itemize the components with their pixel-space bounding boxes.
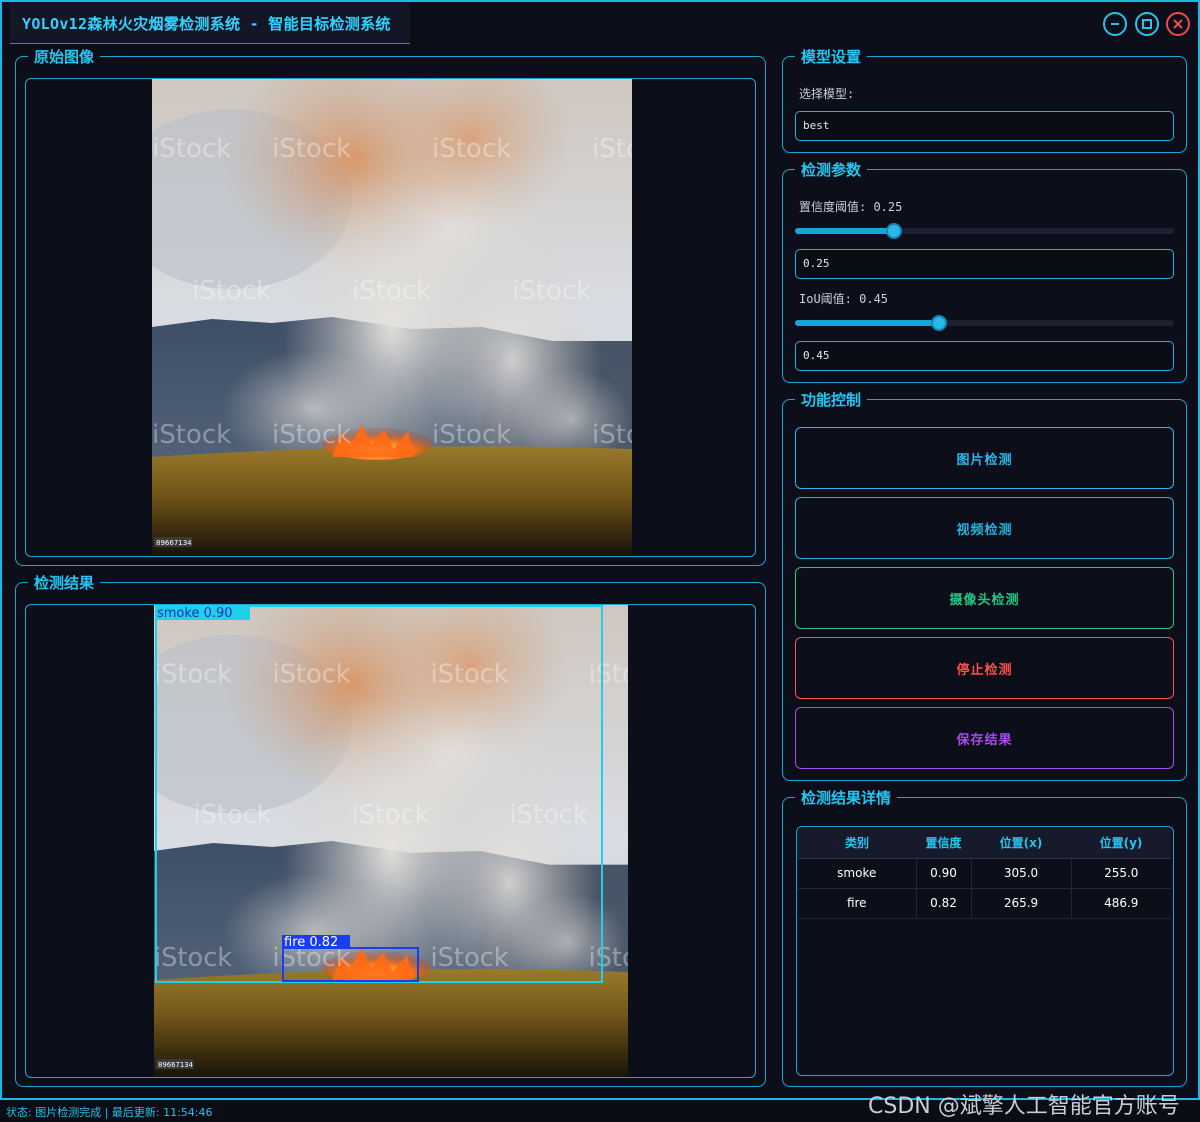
table-row[interactable]: fire 0.82 265.9 486.9 xyxy=(798,888,1171,919)
iou-label: IoU阈值: 0.45 xyxy=(799,292,889,306)
detect-params-title: 检测参数 xyxy=(795,159,868,180)
function-controls-title: 功能控制 xyxy=(795,389,868,410)
fire-label: fire 0.82 xyxy=(284,935,338,950)
result-details-group: 检测结果详情 类别 置信度 位置(x) 位置(y) smoke 0.90 305… xyxy=(782,787,1187,1087)
confidence-slider-handle[interactable] xyxy=(886,223,902,239)
model-settings-title: 模型设置 xyxy=(795,46,868,67)
detect-params-group: 检测参数 置信度阈值: 0.25 0.25 IoU阈值: 0.45 0.45 xyxy=(782,159,1187,383)
iou-slider-handle[interactable] xyxy=(931,315,947,331)
confidence-slider[interactable] xyxy=(795,223,1174,239)
image-detect-button[interactable]: 图片检测 xyxy=(795,427,1174,489)
iou-input[interactable]: 0.45 xyxy=(795,341,1174,371)
detection-result-frame: smoke 0.90 fire 0.82 xyxy=(25,604,756,1078)
original-image-group: 原始图像 xyxy=(15,46,766,566)
detection-result-title: 检测结果 xyxy=(28,572,101,593)
column-header-y[interactable]: 位置(y) xyxy=(1071,828,1171,859)
result-image: smoke 0.90 fire 0.82 xyxy=(154,605,628,1077)
title-bar[interactable]: YOLOv12森林火灾烟雾检测系统 - 智能目标检测系统 xyxy=(2,2,1198,44)
function-controls-group: 功能控制 图片检测 视频检测 摄像头检测 停止检测 保存结果 xyxy=(782,389,1187,781)
table-header-row: 类别 置信度 位置(x) 位置(y) xyxy=(798,828,1171,859)
cell-class: smoke xyxy=(798,858,917,889)
original-image xyxy=(152,79,632,555)
table-row[interactable]: smoke 0.90 305.0 255.0 xyxy=(798,858,1171,889)
cell-x: 305.0 xyxy=(971,858,1072,889)
maximize-button[interactable] xyxy=(1135,12,1159,36)
result-details-title: 检测结果详情 xyxy=(795,787,898,808)
cell-confidence: 0.90 xyxy=(916,858,972,889)
window-title: YOLOv12森林火灾烟雾检测系统 - 智能目标检测系统 xyxy=(22,15,391,33)
iou-slider-fill xyxy=(795,320,939,326)
cell-class: fire xyxy=(798,888,917,919)
video-detect-button[interactable]: 视频检测 xyxy=(795,497,1174,559)
column-header-class[interactable]: 类别 xyxy=(798,828,916,859)
maximize-icon xyxy=(1142,19,1152,29)
cell-x: 265.9 xyxy=(971,888,1072,919)
save-result-button[interactable]: 保存结果 xyxy=(795,707,1174,769)
minimize-icon xyxy=(1111,23,1119,25)
model-select-label: 选择模型: xyxy=(799,87,855,101)
column-header-x[interactable]: 位置(x) xyxy=(971,828,1071,859)
minimize-button[interactable] xyxy=(1103,12,1127,36)
camera-detect-button[interactable]: 摄像头检测 xyxy=(795,567,1174,629)
iou-slider[interactable] xyxy=(795,315,1174,331)
smoke-label: smoke 0.90 xyxy=(157,606,233,621)
column-header-confidence[interactable]: 置信度 xyxy=(916,828,971,859)
detection-result-group: 检测结果 smoke 0.90 fire 0.82 xyxy=(15,572,766,1087)
result-table-frame: 类别 置信度 位置(x) 位置(y) smoke 0.90 305.0 255.… xyxy=(796,826,1174,1076)
confidence-input[interactable]: 0.25 xyxy=(795,249,1174,279)
original-image-frame xyxy=(25,78,756,557)
original-image-title: 原始图像 xyxy=(28,46,101,67)
csdn-watermark: CSDN @斌擎人工智能官方账号 xyxy=(868,1094,1180,1119)
stop-detect-button[interactable]: 停止检测 xyxy=(795,637,1174,699)
cell-y: 486.9 xyxy=(1071,888,1171,919)
cell-confidence: 0.82 xyxy=(916,888,972,919)
status-text: 状态: 图片检测完成 | 最后更新: 11:54:46 xyxy=(6,1106,213,1119)
app-window: YOLOv12森林火灾烟雾检测系统 - 智能目标检测系统 原始图像 检测结果 s… xyxy=(0,0,1200,1100)
model-settings-group: 模型设置 选择模型: best xyxy=(782,46,1187,153)
result-table: 类别 置信度 位置(x) 位置(y) smoke 0.90 305.0 255.… xyxy=(798,828,1171,919)
confidence-slider-fill xyxy=(795,228,894,234)
close-button[interactable] xyxy=(1166,12,1190,36)
cell-y: 255.0 xyxy=(1071,858,1171,889)
confidence-label: 置信度阈值: 0.25 xyxy=(799,200,903,214)
model-select[interactable]: best xyxy=(795,111,1174,141)
close-icon xyxy=(1173,19,1183,29)
